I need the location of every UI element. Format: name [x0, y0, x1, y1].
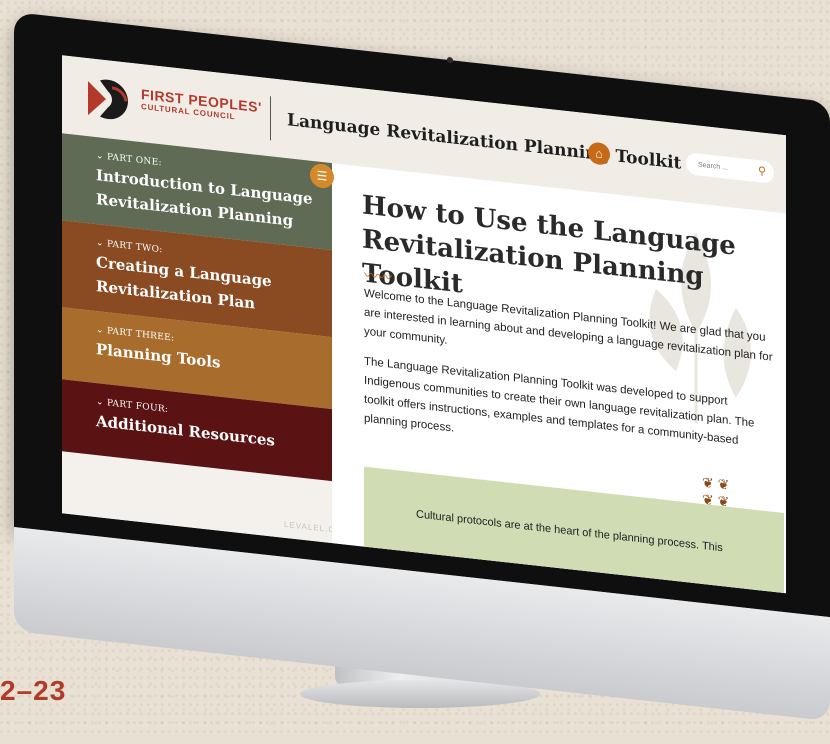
header-divider: [270, 96, 271, 141]
home-icon: ⌂: [595, 146, 603, 161]
search-icon[interactable]: ⚲: [758, 164, 766, 178]
logo-text[interactable]: FIRST PEOPLES' CULTURAL COUNCIL: [141, 86, 262, 124]
callout-text: Cultural protocols are at the heart of t…: [416, 508, 723, 555]
sidebar: ⌄ PART ONE: Introduction to Language Revi…: [62, 133, 332, 544]
main-content: How to Use the Language Revitalization P…: [332, 163, 786, 594]
search-box[interactable]: ⚲: [686, 152, 774, 184]
fpcc-logo-icon[interactable]: [86, 74, 130, 124]
monitor-bezel: FIRST PEOPLES' CULTURAL COUNCIL Language…: [14, 12, 830, 618]
camera-icon: [447, 56, 453, 64]
search-input[interactable]: [696, 160, 758, 177]
monitor: FIRST PEOPLES' CULTURAL COUNCIL Language…: [14, 12, 830, 744]
website-screen: FIRST PEOPLES' CULTURAL COUNCIL Language…: [62, 55, 786, 594]
year-caption: 2–23: [0, 675, 67, 706]
menu-icon: ☰: [316, 168, 328, 184]
